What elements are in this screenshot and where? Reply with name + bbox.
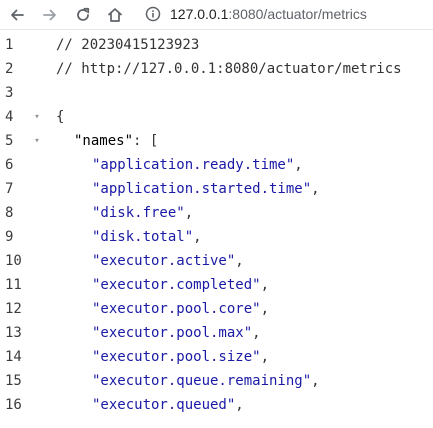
code-content: "application.ready.time", [92, 153, 303, 177]
json-string-value: "executor.queued" [92, 397, 236, 413]
code-content: "executor.queued", [92, 393, 244, 417]
forward-button[interactable] [37, 0, 63, 29]
json-string-value: "executor.pool.size" [92, 349, 261, 365]
line-number: 7 [5, 181, 14, 197]
code-content: "executor.completed", [92, 273, 269, 297]
back-icon [11, 9, 24, 20]
line-number: 15 [5, 373, 22, 389]
line-number: 10 [5, 253, 22, 269]
code-content: "names": [ [74, 129, 158, 153]
info-icon [145, 6, 161, 22]
line-number: 14 [5, 349, 22, 365]
line-number: 13 [5, 325, 22, 341]
json-string-value: "executor.completed" [92, 277, 261, 293]
line-number: 12 [5, 301, 22, 317]
line-number: 2 [5, 61, 14, 77]
url-host: 127.0.0.1 [170, 6, 229, 22]
code-line: 1 // 20230415123923 [0, 35, 433, 57]
reload-icon [77, 7, 90, 21]
code-line: 9 "disk.total", [0, 225, 433, 249]
code-content: // 20230415123923 [56, 35, 199, 57]
forward-icon [43, 9, 56, 20]
json-viewer: 1 // 20230415123923 2 // http://127.0.0.1:8… [0, 35, 433, 428]
line-number: 8 [5, 205, 14, 221]
code-line: 5 ▾ "names": [ [0, 129, 433, 153]
code-line: 15 "executor.queue.remaining", [0, 369, 433, 393]
punctuation: , [235, 397, 244, 413]
json-string-value: "executor.pool.core" [92, 301, 261, 317]
code-content: "executor.pool.size", [92, 345, 269, 369]
punctuation: , [260, 301, 270, 317]
line-number: 16 [5, 397, 22, 413]
punctuation: , [294, 157, 303, 173]
punctuation: { [56, 109, 65, 125]
code-line: 8 "disk.free", [0, 201, 433, 225]
comment-text: // 20230415123923 [56, 37, 200, 53]
punctuation: , [184, 205, 194, 221]
code-line: 16 "executor.queued", [0, 393, 433, 417]
json-string-value: "executor.queue.remaining" [92, 373, 312, 389]
punctuation: , [260, 349, 270, 365]
code-line: 2 // http://127.0.0.1:8080/actuator/metri… [0, 57, 433, 81]
line-number: 6 [5, 157, 14, 173]
code-line: 3 [0, 81, 433, 105]
json-string-value: "application.started.time" [92, 181, 312, 197]
comment-text: // http://127.0.0.1:8080/actuator/metric… [56, 61, 402, 77]
fold-toggle-icon[interactable]: ▾ [32, 129, 42, 153]
punctuation: , [235, 253, 244, 269]
punctuation: , [311, 373, 320, 389]
back-button[interactable] [4, 0, 30, 29]
code-content: { [56, 105, 64, 129]
code-content: "disk.total", [92, 225, 202, 249]
code-line: 6 "application.ready.time", [0, 153, 433, 177]
code-content: // http://127.0.0.1:8080/actuator/metric… [56, 57, 402, 81]
code-line: 7 "application.started.time", [0, 177, 433, 201]
line-number: 1 [5, 37, 14, 53]
code-content: "executor.pool.core", [92, 297, 269, 321]
code-line: 11 "executor.completed", [0, 273, 433, 297]
code-line: 14 "executor.pool.size", [0, 345, 433, 369]
line-number: 9 [5, 229, 14, 245]
line-number: 3 [5, 85, 14, 101]
line-number: 11 [5, 277, 22, 293]
home-icon [108, 7, 122, 22]
line-number: 4 [5, 109, 14, 125]
browser-toolbar: 127.0.0.1:8080/actuator/metrics [0, 0, 433, 30]
punctuation: , [260, 277, 270, 293]
json-string-value: "application.ready.time" [92, 157, 295, 173]
punctuation: , [311, 181, 320, 197]
json-string-value: "disk.free" [92, 205, 185, 221]
code-line: 4 ▾ { [0, 105, 433, 129]
json-key: "names" [74, 133, 134, 149]
home-button[interactable] [102, 0, 128, 29]
json-string-value: "executor.pool.max" [92, 325, 253, 341]
punctuation: : [ [133, 133, 159, 149]
reload-button[interactable] [70, 0, 96, 29]
code-content: "executor.queue.remaining", [92, 369, 320, 393]
code-line: 12 "executor.pool.core", [0, 297, 433, 321]
fold-toggle-icon[interactable]: ▾ [32, 105, 42, 129]
address-bar[interactable]: 127.0.0.1:8080/actuator/metrics [170, 5, 367, 23]
site-info-button[interactable] [144, 5, 162, 23]
code-line: 13 "executor.pool.max", [0, 321, 433, 345]
code-content: "application.started.time", [92, 177, 320, 201]
json-string-value: "executor.active" [92, 253, 236, 269]
line-number: 5 [5, 133, 14, 149]
punctuation: , [193, 229, 202, 245]
json-string-value: "disk.total" [92, 229, 194, 245]
code-content: "executor.pool.max", [92, 321, 261, 345]
punctuation: , [252, 325, 261, 341]
url-path: :8080/actuator/metrics [228, 6, 367, 22]
code-content: "executor.active", [92, 249, 244, 273]
code-content: "disk.free", [92, 201, 193, 225]
code-line: 10 "executor.active", [0, 249, 433, 273]
